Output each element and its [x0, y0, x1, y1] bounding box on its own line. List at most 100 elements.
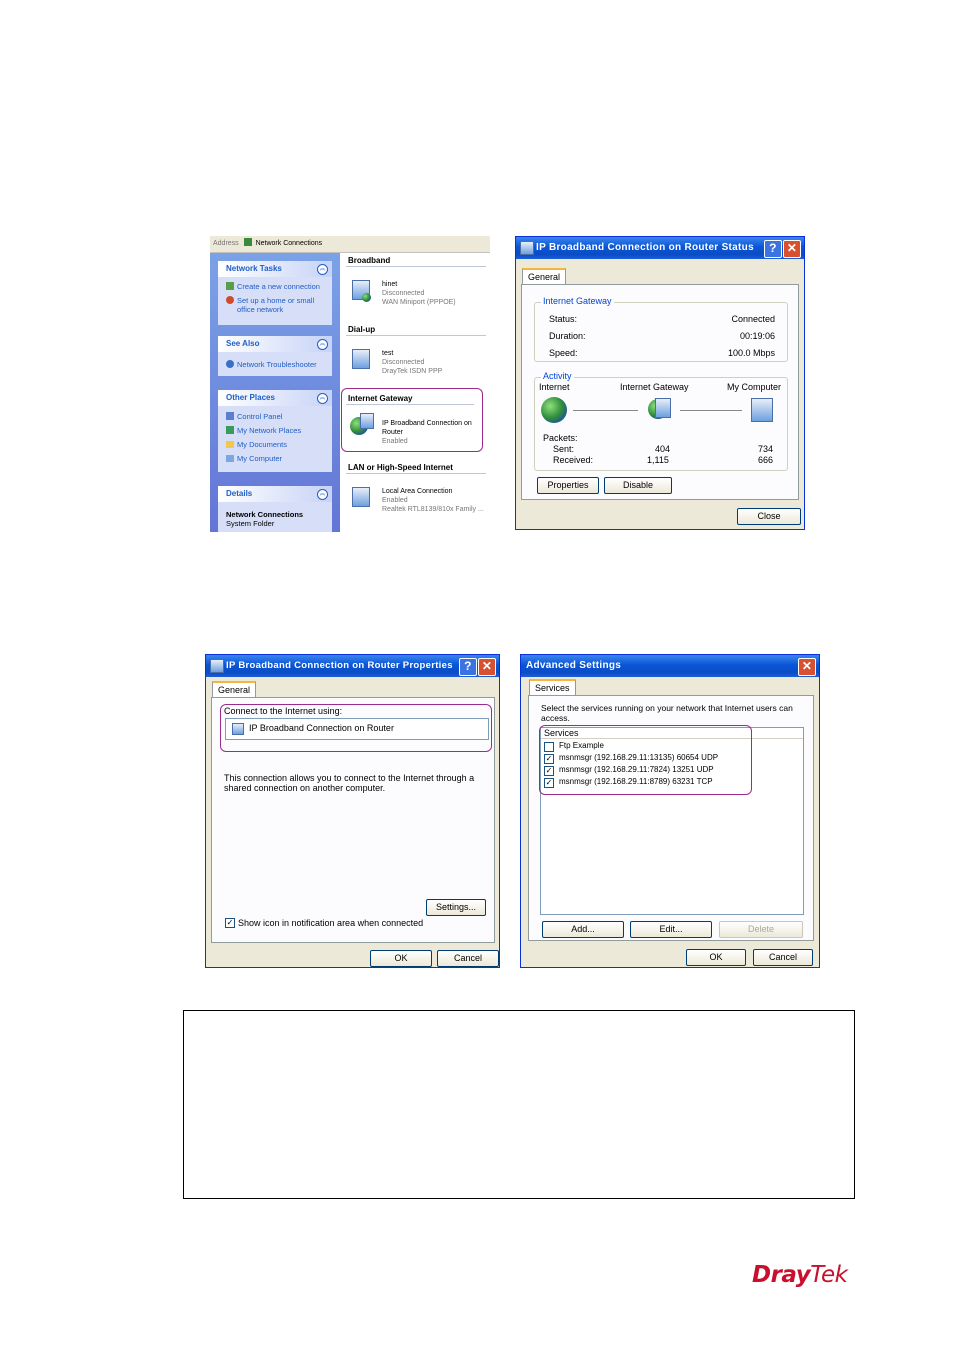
tab-general[interactable]: General: [212, 681, 257, 697]
lan-connection-icon: [352, 487, 370, 507]
draytek-logo: DrayTek: [752, 1262, 848, 1288]
address-icon: [243, 238, 252, 246]
delete-button[interactable]: Delete: [719, 921, 803, 938]
close-icon[interactable]: ✕: [783, 240, 801, 258]
hinet-connection[interactable]: hinet Disconnected WAN Miniport (PPPOE): [382, 280, 456, 307]
received-label: Received:: [553, 455, 594, 465]
internet-globe-icon: [541, 397, 567, 423]
close-icon[interactable]: ✕: [798, 658, 816, 676]
advanced-dialog-title-bar: Advanced Settings ✕: [521, 655, 819, 677]
properties-dialog-title: IP Broadband Connection on Router Proper…: [226, 660, 453, 671]
divider: [346, 335, 486, 336]
disable-button[interactable]: Disable: [604, 477, 672, 494]
status-dialog-title-bar: IP Broadband Connection on Router Status…: [516, 237, 804, 259]
show-icon-label: Show icon in notification area when conn…: [238, 918, 424, 928]
help-button[interactable]: ?: [459, 658, 477, 676]
address-label: Address: [213, 240, 239, 247]
details-header[interactable]: Details: [218, 486, 332, 502]
gateway-computer-icon: [655, 398, 671, 418]
my-computer-link[interactable]: My Computer: [226, 454, 282, 463]
address-value[interactable]: Network Connections: [256, 240, 323, 247]
troubleshooter-link[interactable]: Network Troubleshooter: [226, 360, 317, 369]
settings-button[interactable]: Settings...: [426, 899, 486, 916]
home-network-icon: [226, 296, 234, 304]
details-name: Network Connections: [226, 510, 304, 519]
task-pane: Network Tasks ︽ Create a new connection …: [210, 253, 340, 532]
speed-label: Speed:: [549, 348, 578, 358]
ok-button[interactable]: OK: [370, 950, 432, 967]
network-icon: [232, 723, 244, 735]
logo-tek: Tek: [810, 1262, 848, 1288]
section-internet-gateway: Internet Gateway: [348, 394, 413, 403]
network-tasks-box: Network Tasks ︽ Create a new connection …: [218, 261, 332, 325]
see-also-box: See Also ︽ Network Troubleshooter: [218, 336, 332, 376]
gateway-computer-icon: [360, 413, 374, 429]
connection-name: IP Broadband Connection on Router: [249, 723, 394, 733]
network-tasks-header[interactable]: Network Tasks: [218, 261, 332, 277]
home-network-link-line2[interactable]: office network: [237, 305, 283, 314]
divider: [346, 404, 474, 405]
advanced-dialog-title: Advanced Settings: [526, 660, 622, 671]
show-icon-checkbox[interactable]: ✓: [225, 918, 235, 928]
computer-column-label: My Computer: [726, 382, 781, 392]
collapse-icon[interactable]: ︽: [317, 264, 328, 275]
logo-dray: Dray: [752, 1262, 811, 1288]
ok-button[interactable]: OK: [686, 949, 746, 966]
network-icon: [520, 241, 534, 255]
sent-gateway-value: 404: [655, 444, 671, 454]
status-dialog: IP Broadband Connection on Router Status…: [515, 236, 805, 530]
note-box: [183, 1010, 855, 1199]
see-also-header[interactable]: See Also: [218, 336, 332, 352]
link-line: [573, 410, 638, 411]
my-documents-link[interactable]: My Documents: [226, 440, 287, 449]
network-places-link[interactable]: My Network Places: [226, 426, 301, 435]
status-label: Status:: [549, 314, 578, 324]
control-panel-icon: [226, 412, 234, 420]
my-computer-icon: [751, 398, 773, 422]
connection-field[interactable]: IP Broadband Connection on Router: [225, 718, 489, 740]
internet-gateway-group-label: Internet Gateway: [541, 296, 614, 306]
connect-using-label: Connect to the Internet using:: [224, 706, 343, 716]
received-gateway-value: 1,115: [647, 455, 669, 465]
activity-group: Activity Internet Internet Gateway My Co…: [534, 371, 788, 471]
home-network-link[interactable]: Set up a home or small: [226, 296, 314, 305]
other-places-box: Other Places ︽ Control Panel My Network …: [218, 390, 332, 472]
control-panel-link[interactable]: Control Panel: [226, 412, 282, 421]
services-instruction: Select the services running on your netw…: [541, 703, 793, 723]
test-connection[interactable]: test Disconnected DrayTek ISDN PPP: [382, 349, 442, 376]
gateway-connection[interactable]: IP Broadband Connection on Router Enable…: [382, 419, 472, 446]
edit-button[interactable]: Edit...: [630, 921, 712, 938]
properties-dialog-title-bar: IP Broadband Connection on Router Proper…: [206, 655, 499, 677]
close-icon[interactable]: ✕: [478, 658, 496, 676]
properties-dialog: IP Broadband Connection on Router Proper…: [205, 654, 500, 968]
services-panel: Select the services running on your netw…: [528, 695, 814, 941]
dialup-connection-icon: [352, 349, 370, 369]
section-broadband: Broadband: [348, 256, 391, 265]
tab-general[interactable]: General: [522, 268, 567, 284]
gateway-column-label: Internet Gateway: [620, 382, 689, 392]
section-dialup: Dial-up: [348, 325, 376, 334]
advanced-settings-dialog: Advanced Settings ✕ Services Select the …: [520, 654, 820, 968]
properties-button[interactable]: Properties: [537, 477, 599, 494]
collapse-icon[interactable]: ︽: [317, 393, 328, 404]
collapse-icon[interactable]: ︽: [317, 339, 328, 350]
network-icon: [210, 659, 224, 673]
tab-services[interactable]: Services: [529, 679, 576, 695]
lan-connection[interactable]: Local Area Connection Enabled Realtek RT…: [382, 487, 484, 514]
packets-label: Packets:: [543, 433, 578, 443]
details-box: Details ︽ Network Connections System Fol…: [218, 486, 332, 532]
cancel-button[interactable]: Cancel: [437, 950, 499, 967]
close-button[interactable]: Close: [737, 508, 801, 525]
duration-value: 00:19:06: [739, 331, 775, 341]
activity-group-label: Activity: [541, 371, 574, 381]
network-places-icon: [226, 426, 234, 434]
sent-computer-value: 734: [757, 444, 773, 454]
other-places-header[interactable]: Other Places: [218, 390, 332, 406]
collapse-icon[interactable]: ︽: [317, 489, 328, 500]
create-connection-link[interactable]: Create a new connection: [226, 282, 320, 291]
help-button[interactable]: ?: [764, 240, 782, 258]
cancel-button[interactable]: Cancel: [753, 949, 813, 966]
troubleshooter-icon: [226, 360, 234, 368]
status-value: Connected: [731, 314, 775, 324]
add-button[interactable]: Add...: [542, 921, 624, 938]
